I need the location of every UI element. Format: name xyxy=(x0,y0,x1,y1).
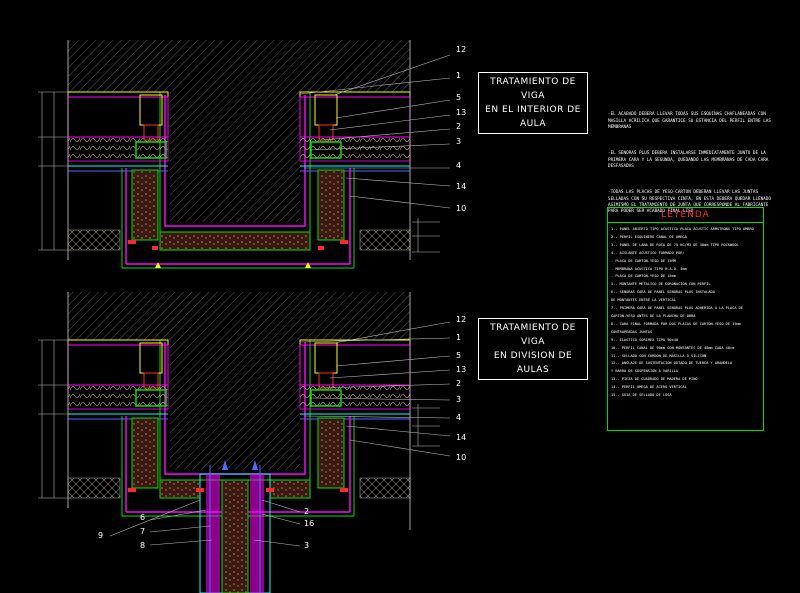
legend-title: LEYENDA xyxy=(608,208,763,223)
slab-top xyxy=(68,40,410,92)
legend-item: CARTON-YESO ANTES DE LA PLANCHA DE OBRA xyxy=(611,313,696,318)
legend-item: 11.- SELLADO CON CORDON DE MASILLA O SIL… xyxy=(611,353,707,358)
callout-number: 3 xyxy=(456,137,461,146)
title-top-line2: EN EL INTERIOR DE AULA xyxy=(485,105,581,129)
legend-item: - PLACA DE CARTON-YESO DE 15mm xyxy=(611,274,676,279)
title-bottom-line2: EN DIVISION DE AULAS xyxy=(493,351,573,375)
callout-number: 10 xyxy=(456,453,466,462)
legend-item: 2.- PERFIL ESQUINERO CANAL DE OMEGA xyxy=(611,234,687,239)
legend-item: - PLACA DE CARTON-YESO DE 15MM xyxy=(611,258,676,263)
callout-number: 12 xyxy=(456,45,466,54)
callout-number: 1 xyxy=(456,71,461,80)
legend-item: 10.- PERFIL CANAL DE 90mm CON MONTANTES … xyxy=(611,345,735,350)
legend-item: 12.- ANCLAJE DE SUSTENTACION DOTADO DE T… xyxy=(611,361,733,366)
callout-number: 2 xyxy=(304,507,309,516)
title-box-top: TRATAMIENTO DE VIGA EN EL INTERIOR DE AU… xyxy=(478,72,588,134)
legend-item: 5.- MONTANTE METALICO DE CORONACION CON … xyxy=(611,282,711,287)
callout-number: 6 xyxy=(140,513,145,522)
callout-number: 5 xyxy=(456,93,461,102)
callout-number: 13 xyxy=(456,108,466,117)
beam-top xyxy=(170,92,300,222)
title-box-bottom: TRATAMIENTO DE VIGA EN DIVISION DE AULAS xyxy=(478,318,588,380)
detail-top xyxy=(38,40,451,269)
callout-number: 16 xyxy=(304,519,314,528)
legend-item: 3.- PANEL DE LANA DE ROCA DE 75 KG/M3 DE… xyxy=(611,242,739,247)
callout-number: 9 xyxy=(98,531,103,540)
legend-item: 4.- AISLANTE ACUSTICO FORMADO POR: xyxy=(611,250,685,255)
legend-item: 7.- PRIMERA CARA DE PANEL SENORAS PLUS A… xyxy=(611,306,743,311)
callout-number: 8 xyxy=(140,541,145,550)
legend-item: 13.- PIEZA DE CUADRADO DE MADERA DE PINO xyxy=(611,377,698,382)
legend-item: CONTRAPEADAS JUNTAS xyxy=(611,329,653,334)
legend-item: - MEMBRANA ACUSTICA TIPO M.A.D. 4mm xyxy=(611,266,687,271)
general-notes: -EL ACABADO DEBERA LLEVAR TODAS SUS ESQU… xyxy=(608,100,778,221)
legend-item: 8.- CARA FINAL FORMADA POR DOS PLACAS DE… xyxy=(611,321,741,326)
legend-item: 1.- PANEL ABIERTO TIPO ACUSTICO PLACA AC… xyxy=(611,227,754,231)
note-1: -EL ACABADO DEBERA LLEVAR TODAS SUS ESQU… xyxy=(608,112,774,130)
beam-bottom xyxy=(170,340,300,470)
callout-number: 5 xyxy=(456,351,461,360)
slab-bottom xyxy=(68,292,410,340)
legend-item: 6.- SENORAS CARA DE PANEL SENORAS PLUS I… xyxy=(611,290,715,295)
callout-number: 3 xyxy=(456,395,461,404)
title-bottom-line1: TRATAMIENTO DE VIGA xyxy=(490,323,576,347)
callout-number: 2 xyxy=(456,122,461,131)
legend-box: LEYENDA 1.- PANEL ABIERTO TIPO ACUSTICO … xyxy=(607,207,764,431)
legend-item: 15.- GUIA DE SELLADO DE LOSA xyxy=(611,393,672,398)
legend-item: 9.- ELASTICO SORIMEX TIPO 90x40 xyxy=(611,337,679,342)
note-2: -EL SENORAS PLUS DEBERA INSTALARSE INMED… xyxy=(608,151,771,169)
callout-number: 2 xyxy=(456,379,461,388)
detail-bottom xyxy=(38,292,451,593)
legend-item: Y BARRA DE SUSPENSION A VARILLA xyxy=(611,369,679,374)
callout-number: 7 xyxy=(140,527,145,536)
legend-item: DE MONTANTES ENTRE LA VERTICAL xyxy=(611,298,676,303)
legend-list: 1.- PANEL ABIERTO TIPO ACUSTICO PLACA AC… xyxy=(611,226,761,400)
callout-number: 3 xyxy=(304,541,309,550)
callout-number: 12 xyxy=(456,315,466,324)
title-top-line1: TRATAMIENTO DE VIGA xyxy=(490,77,576,101)
callout-number: 4 xyxy=(456,413,461,422)
callout-number: 1 xyxy=(456,333,461,342)
callout-number: 14 xyxy=(456,182,466,191)
callout-number: 13 xyxy=(456,365,466,374)
callout-number: 14 xyxy=(456,433,466,442)
legend-item: 14.- PERFIL OMEGA DE ACERO VERTICAL xyxy=(611,385,687,390)
callout-number: 4 xyxy=(456,161,461,170)
callout-number: 10 xyxy=(456,204,466,213)
